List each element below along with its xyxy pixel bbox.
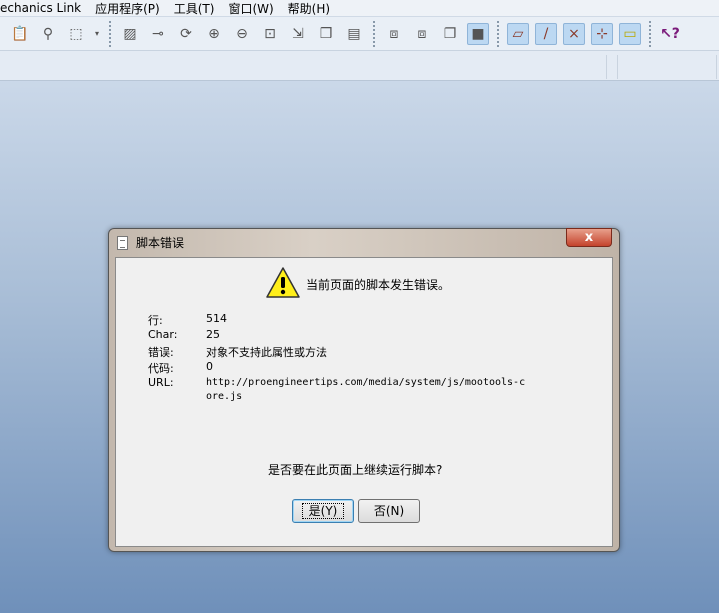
field-value: 25 bbox=[206, 328, 220, 341]
field-value: http://proengineertips.com/media/system/… bbox=[206, 377, 526, 402]
close-button[interactable]: x bbox=[566, 228, 612, 247]
field-value: 514 bbox=[206, 312, 227, 325]
warning-icon bbox=[266, 267, 300, 298]
toolbar-separator bbox=[649, 20, 651, 47]
toolbar-separator bbox=[109, 20, 111, 47]
layers-icon[interactable]: ▤ bbox=[343, 23, 365, 45]
zoom-out-icon[interactable]: ⊖ bbox=[231, 23, 253, 45]
binoculars-icon[interactable]: ⚲ bbox=[37, 23, 59, 45]
context-help-icon[interactable]: ↖? bbox=[659, 23, 681, 45]
refit-icon[interactable]: ⊡ bbox=[259, 23, 281, 45]
field-label: 代码: bbox=[148, 362, 174, 375]
zoom-in-icon[interactable]: ⊕ bbox=[203, 23, 225, 45]
dialog-body: 当前页面的脚本发生错误。 行: 514 Char: 25 错误: 对象不支持此属性或方… bbox=[115, 257, 613, 547]
field-line: 行: 514 bbox=[148, 312, 227, 328]
wireframe-icon[interactable]: ⧈ bbox=[383, 23, 405, 45]
datum-planes-icon[interactable]: ▱ bbox=[507, 22, 529, 45]
field-code: 代码: 0 bbox=[148, 360, 213, 376]
menu-mechanics-link[interactable]: echanics Link bbox=[0, 1, 81, 15]
secondary-toolbar bbox=[0, 51, 719, 81]
spin-icon[interactable]: ⟳ bbox=[175, 23, 197, 45]
annotations-icon[interactable]: ▭ bbox=[619, 22, 641, 45]
field-value: 对象不支持此属性或方法 bbox=[206, 346, 327, 359]
field-label: URL: bbox=[148, 376, 174, 389]
dropdown-icon[interactable]: ▾ bbox=[93, 23, 101, 45]
field-url: URL: http://proengineertips.com/media/sys… bbox=[148, 376, 526, 404]
menu-tools[interactable]: 工具(T) bbox=[174, 0, 215, 17]
hidden-line-icon[interactable]: ⧈ bbox=[411, 23, 433, 45]
field-label: Char: bbox=[148, 328, 178, 341]
menu-window[interactable]: 窗口(W) bbox=[228, 0, 273, 17]
toolbar-separator bbox=[497, 20, 499, 47]
datum-axes-icon[interactable]: / bbox=[535, 22, 557, 45]
datum-points-icon[interactable]: × bbox=[563, 22, 585, 45]
divider bbox=[716, 55, 717, 79]
reorient-icon[interactable]: ⇲ bbox=[287, 23, 309, 45]
sketch-icon[interactable]: ▨ bbox=[119, 23, 141, 45]
continue-question: 是否要在此页面上继续运行脚本? bbox=[268, 463, 443, 477]
field-value: 0 bbox=[206, 360, 213, 373]
shading-icon[interactable]: ■ bbox=[467, 22, 489, 45]
divider bbox=[617, 55, 618, 79]
dialog-title-bar: 脚本错误 bbox=[117, 234, 184, 251]
menu-help[interactable]: 帮助(H) bbox=[288, 0, 330, 17]
menu-applications[interactable]: 应用程序(P) bbox=[95, 0, 160, 17]
document-icon bbox=[117, 235, 128, 250]
yes-button[interactable]: 是(Y) bbox=[292, 499, 354, 523]
error-message: 当前页面的脚本发生错误。 bbox=[306, 278, 451, 292]
no-button[interactable]: 否(N) bbox=[358, 499, 420, 523]
yes-label: 是(Y) bbox=[301, 503, 345, 519]
no-hidden-icon[interactable]: ❐ bbox=[439, 23, 461, 45]
toolbar: 📋 ⚲ ⬚ ▾ ▨ ⊸ ⟳ ⊕ ⊖ ⊡ ⇲ ❒ ▤ ⧈ ⧈ ❐ ■ ▱ / × … bbox=[0, 16, 719, 51]
clipboard-icon[interactable]: 📋 bbox=[9, 23, 31, 45]
divider bbox=[606, 55, 607, 79]
select-box-icon[interactable]: ⬚ bbox=[65, 23, 87, 45]
field-error: 错误: 对象不支持此属性或方法 bbox=[148, 344, 327, 360]
dialog-title: 脚本错误 bbox=[136, 236, 185, 250]
named-view-icon[interactable]: ❒ bbox=[315, 23, 337, 45]
field-label: 错误: bbox=[148, 346, 174, 359]
toolbar-separator bbox=[373, 20, 375, 47]
menu-bar: echanics Link 应用程序(P) 工具(T) 窗口(W) 帮助(H) bbox=[0, 0, 719, 16]
script-error-dialog: 脚本错误 x 当前页面的脚本发生错误。 行: 514 Char: 25 错误: 对象不… bbox=[108, 228, 620, 552]
field-label: 行: bbox=[148, 314, 163, 327]
coord-sys-icon[interactable]: ⊹ bbox=[591, 22, 613, 45]
datum-icon[interactable]: ⊸ bbox=[147, 23, 169, 45]
field-char: Char: 25 bbox=[148, 328, 220, 341]
no-label: 否(N) bbox=[373, 504, 405, 518]
